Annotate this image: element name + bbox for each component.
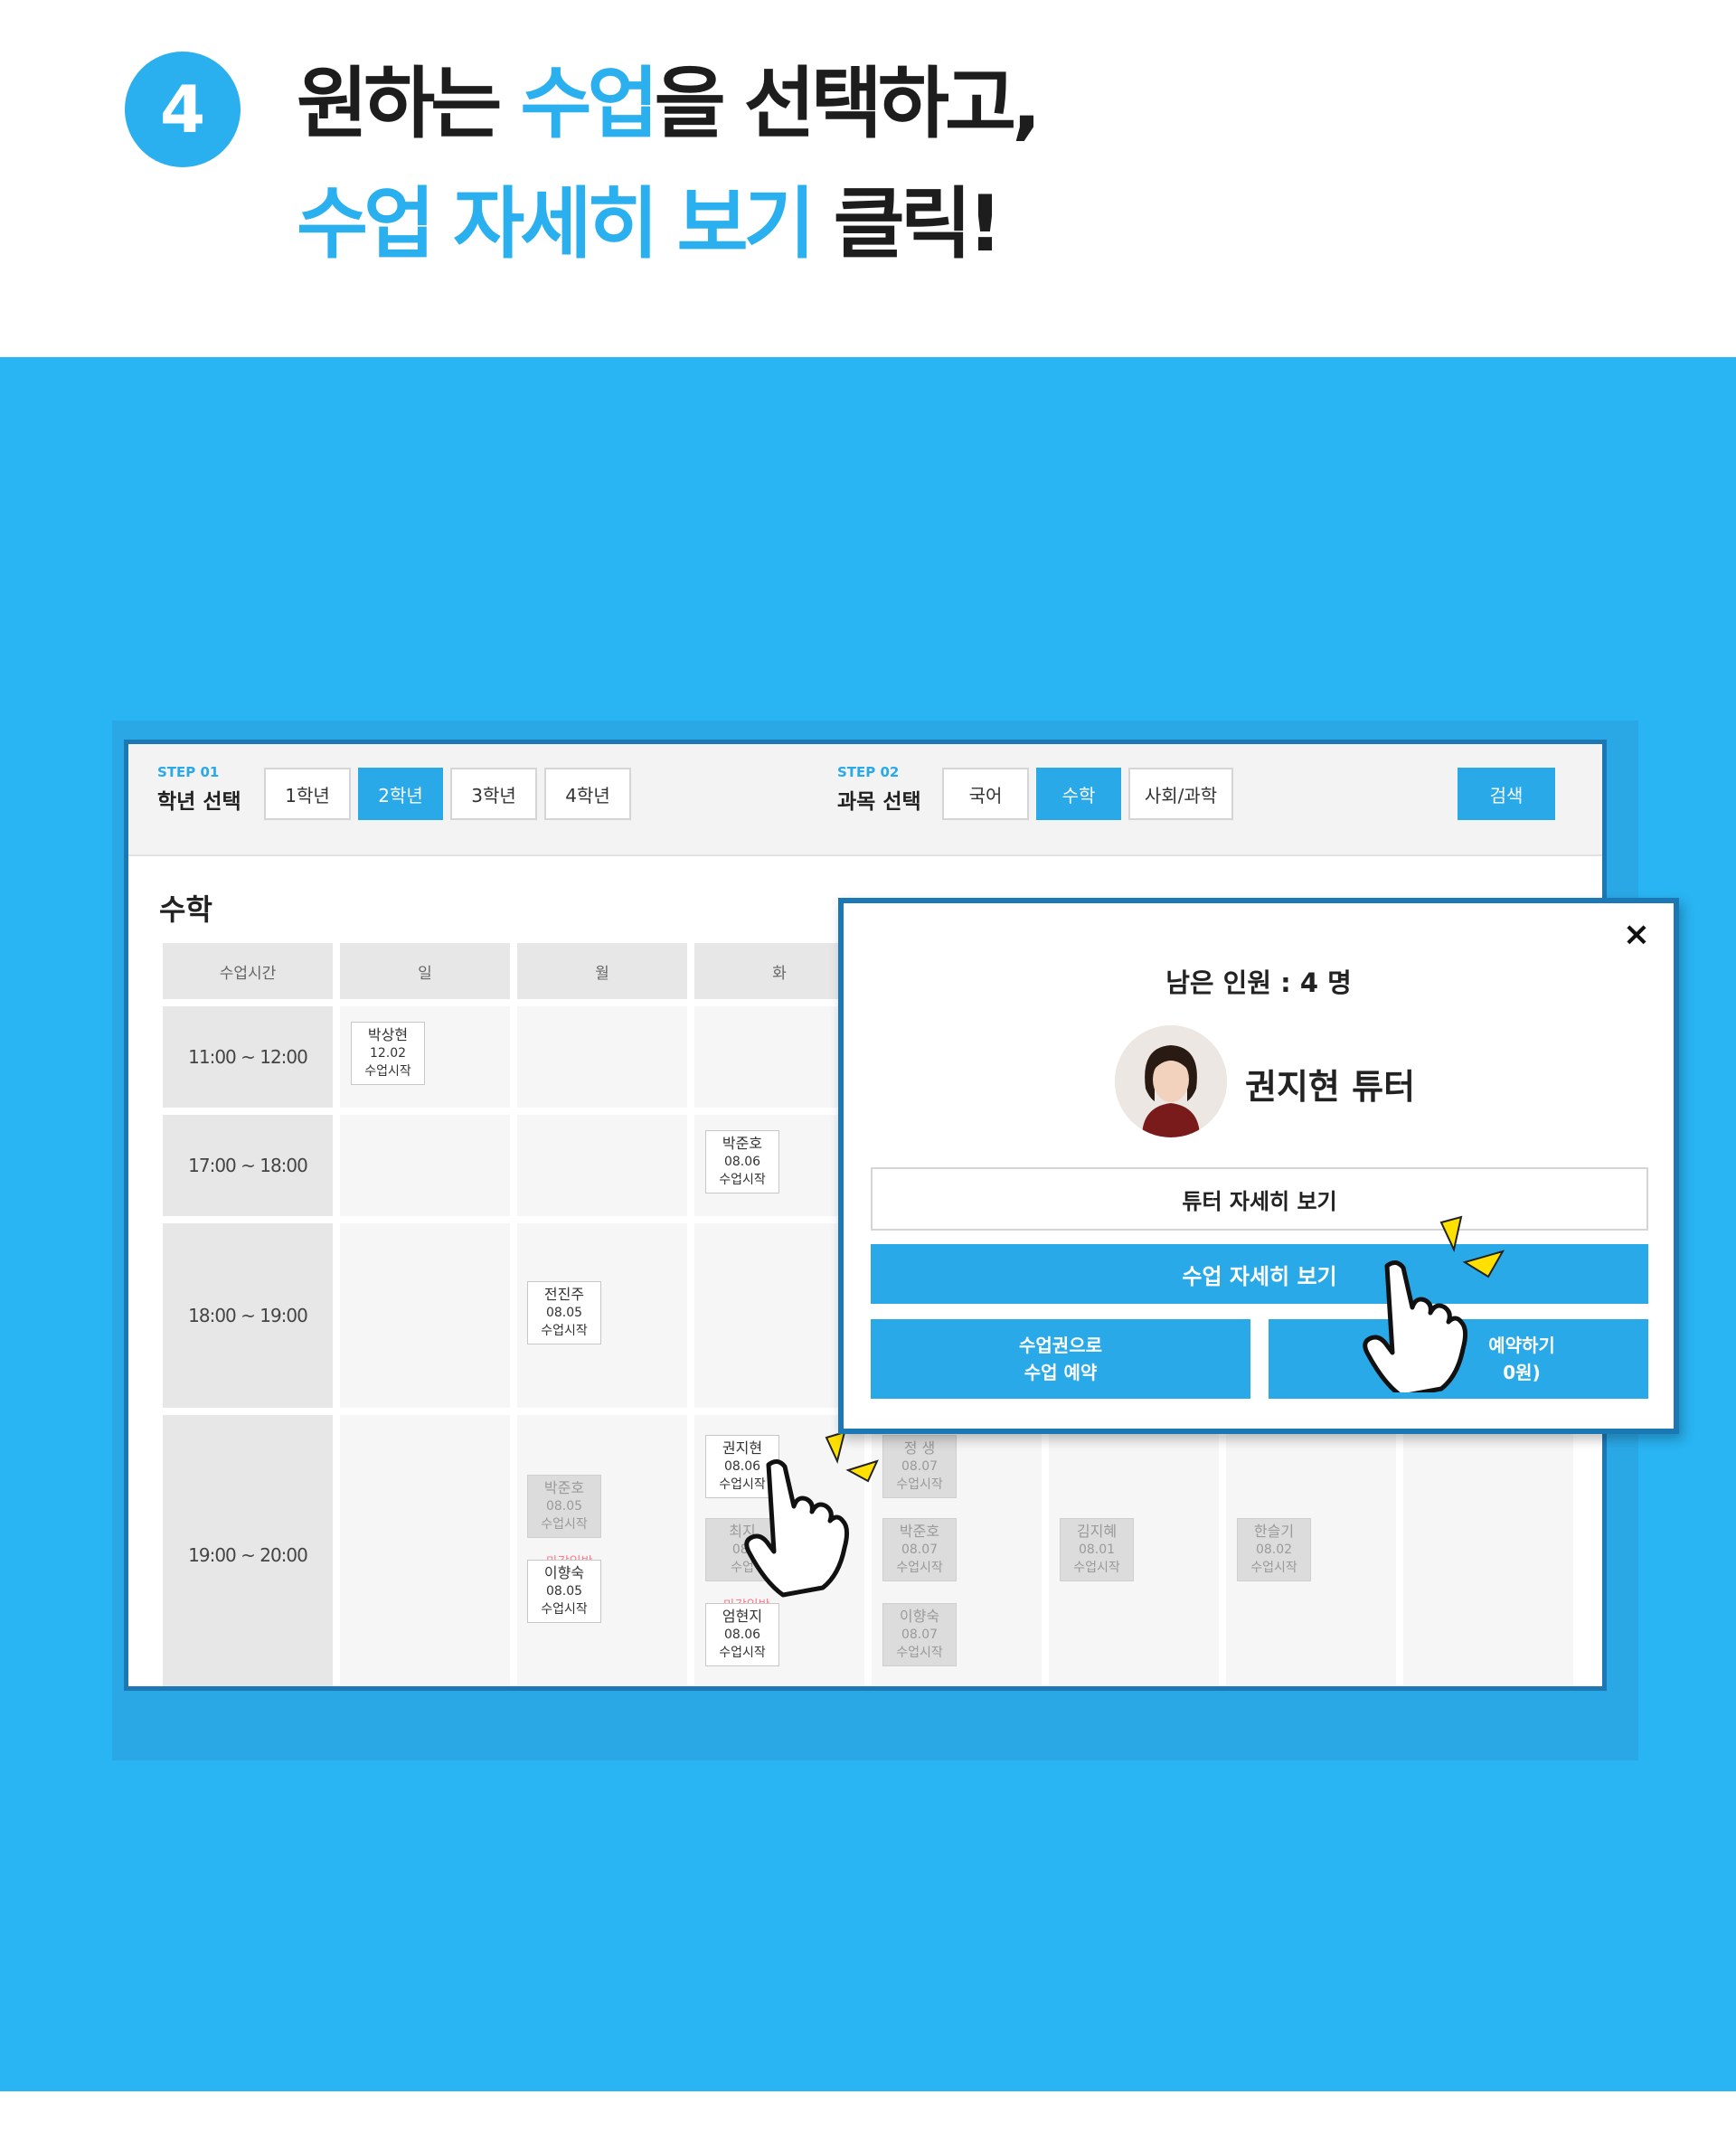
headline-highlight: 수업 <box>520 59 658 149</box>
click-burst <box>845 1459 879 1483</box>
subject-korean-button[interactable]: 국어 <box>942 768 1029 820</box>
remaining-seats: 남은 인원 : 4 명 <box>1165 967 1352 998</box>
step-number: 4 <box>159 71 206 147</box>
headline-line2: 수업 자세히 보기 클릭! <box>297 185 1003 263</box>
ticket-reserve-button[interactable]: 수업권으로 수업 예약 <box>871 1319 1250 1399</box>
class-date: 08.02 <box>1255 1542 1293 1557</box>
class-card[interactable]: 김지혜 08.01 수업시작 <box>1060 1518 1134 1581</box>
class-status: 수업시작 <box>896 1646 943 1660</box>
subject-social-science-button[interactable]: 사회/과학 <box>1128 768 1233 820</box>
class-status: 수업시작 <box>541 1324 588 1338</box>
click-burst <box>1439 1215 1463 1253</box>
class-tutor: 한슬기 <box>1253 1523 1295 1540</box>
class-date: 12.02 <box>369 1046 407 1061</box>
class-date: 08.07 <box>901 1627 939 1642</box>
class-date: 08.05 <box>545 1306 583 1320</box>
subject-math-button[interactable]: 수학 <box>1036 768 1121 820</box>
class-detail-button[interactable]: 수업 자세히 보기 <box>871 1244 1648 1304</box>
click-burst <box>825 1430 846 1464</box>
class-status: 수업시작 <box>719 1173 766 1187</box>
class-card[interactable]: 전진주 08.05 수업시작 <box>527 1281 601 1344</box>
step2-label: STEP 02 <box>837 764 900 780</box>
schedule-cell <box>340 1115 510 1216</box>
schedule-cell <box>517 1006 687 1108</box>
class-card[interactable]: 박상현 12.02 수업시작 <box>351 1022 425 1085</box>
tutor-name: 권지현 튜터 <box>1245 1067 1416 1107</box>
day-header: 월 <box>517 943 687 999</box>
time-label: 19:00 ~ 20:00 <box>163 1415 333 1686</box>
step2-title: 과목 선택 <box>837 790 921 814</box>
class-tutor: 이향숙 <box>543 1564 585 1581</box>
day-header: 일 <box>340 943 510 999</box>
ticket-reserve-line1: 수업권으로 <box>1019 1335 1102 1356</box>
class-date: 08.07 <box>901 1542 939 1557</box>
class-tutor: 김지혜 <box>1076 1523 1118 1540</box>
class-card[interactable]: 이향숙 08.05 수업시작 <box>527 1560 601 1623</box>
headline-part: 클릭! <box>810 179 1003 269</box>
class-tutor: 전진주 <box>543 1286 585 1303</box>
time-label: 17:00 ~ 18:00 <box>163 1115 333 1216</box>
class-date: 08.01 <box>1078 1542 1116 1557</box>
step1-label: STEP 01 <box>157 764 220 780</box>
step-number-badge: 4 <box>125 52 241 167</box>
time-label: 11:00 ~ 12:00 <box>163 1006 333 1108</box>
class-card[interactable]: 엄현지 08.06 수업시작 <box>705 1603 779 1666</box>
class-date: 08.06 <box>723 1155 761 1169</box>
search-button[interactable]: 검색 <box>1458 768 1555 820</box>
schedule-cell <box>340 1415 510 1686</box>
class-card[interactable]: 한슬기 08.02 수업시작 <box>1237 1518 1311 1581</box>
schedule-cell <box>340 1223 510 1408</box>
step1-title: 학년 선택 <box>157 790 241 814</box>
class-status: 수업시작 <box>541 1517 588 1532</box>
grade-3-button[interactable]: 3학년 <box>450 768 537 820</box>
class-status: 수업시작 <box>1250 1561 1297 1575</box>
click-burst <box>1462 1250 1505 1278</box>
class-status: 수업시작 <box>541 1602 588 1617</box>
class-card[interactable]: 박준호 08.06 수업시작 <box>705 1130 779 1193</box>
class-status: 수업시작 <box>896 1561 943 1575</box>
instruction-header: 4 원하는 수업을 선택하고, 수업 자세히 보기 클릭! <box>0 0 1736 357</box>
time-column-header: 수업시간 <box>163 943 333 999</box>
time-label: 18:00 ~ 19:00 <box>163 1223 333 1408</box>
class-card[interactable]: 정 생 08.07 수업시작 <box>882 1435 957 1498</box>
tutor-avatar <box>1115 1025 1227 1137</box>
class-detail-modal: × 남은 인원 : 4 명 권지현 튜터 튜터 자세히 보기 수업 자세히 보기… <box>838 898 1679 1434</box>
class-status: 수업시작 <box>896 1477 943 1492</box>
pointer-hand-icon <box>1363 1215 1505 1392</box>
grade-4-button[interactable]: 4학년 <box>544 768 631 820</box>
class-tutor: 박상현 <box>367 1026 409 1043</box>
class-card[interactable]: 이향숙 08.07 수업시작 <box>882 1603 957 1666</box>
grade-1-button[interactable]: 1학년 <box>264 768 351 820</box>
pointer-hand-icon <box>744 1430 879 1598</box>
class-tutor: 정 생 <box>903 1439 936 1457</box>
class-date: 08.05 <box>545 1584 583 1599</box>
tutor-detail-button[interactable]: 튜터 자세히 보기 <box>871 1167 1648 1231</box>
class-status: 수업시작 <box>364 1064 411 1079</box>
schedule-title: 수학 <box>159 892 212 927</box>
class-tutor: 박준호 <box>543 1479 585 1496</box>
headline-part: 을 선택하고, <box>654 59 1042 149</box>
class-tutor: 박준호 <box>899 1523 940 1540</box>
schedule-cell <box>517 1115 687 1216</box>
class-card[interactable]: 박준호 08.07 수업시작 <box>882 1518 957 1581</box>
avatar-portrait-icon <box>1115 1025 1227 1137</box>
class-tutor: 이향숙 <box>899 1608 940 1625</box>
class-status: 수업시작 <box>1073 1561 1120 1575</box>
class-date: 08.06 <box>723 1627 761 1642</box>
class-tutor: 엄현지 <box>722 1608 763 1625</box>
class-tutor: 박준호 <box>722 1135 763 1152</box>
filter-bar: STEP 01 학년 선택 1학년 2학년 3학년 4학년 STEP 02 과목… <box>128 744 1602 856</box>
class-card[interactable]: 박준호 08.05 수업시작 <box>527 1475 601 1538</box>
schedule-cell <box>1403 1415 1573 1686</box>
headline-highlight: 수업 자세히 보기 <box>297 179 816 269</box>
class-date: 08.07 <box>901 1459 939 1474</box>
class-status: 수업시작 <box>719 1646 766 1660</box>
ticket-reserve-line2: 수업 예약 <box>1024 1362 1098 1383</box>
close-icon[interactable]: × <box>1623 916 1650 953</box>
headline-part: 원하는 <box>297 59 521 149</box>
schedule-cell <box>517 1415 687 1686</box>
headline-line1: 원하는 수업을 선택하고, <box>297 65 1042 143</box>
grade-2-button[interactable]: 2학년 <box>358 768 443 820</box>
class-date: 08.05 <box>545 1499 583 1514</box>
